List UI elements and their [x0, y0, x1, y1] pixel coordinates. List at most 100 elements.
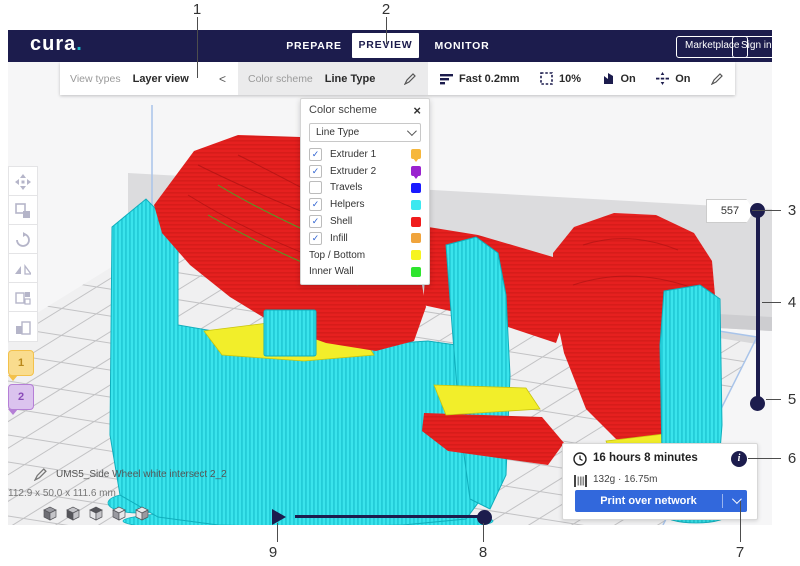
model-name[interactable]: UMS5_Side Wheel white intersect 2_2	[56, 469, 227, 480]
callout-number-1: 1	[189, 1, 205, 18]
callout-number-3: 3	[784, 202, 800, 219]
view-types-label: View types	[70, 73, 121, 85]
callout-number-8: 8	[475, 544, 491, 561]
support-icon	[602, 72, 615, 85]
legend-row-top-bottom: Top / Bottom	[301, 247, 429, 264]
callout-line-8	[483, 523, 484, 542]
path-slider-track[interactable]	[295, 515, 484, 518]
extruder-2-badge-tail	[8, 409, 18, 415]
tool-move-button[interactable]	[8, 166, 38, 197]
path-slider-handle[interactable]	[477, 510, 492, 525]
color-swatch	[411, 200, 421, 210]
edit-pencil-icon[interactable]	[404, 72, 416, 86]
layer-slider-track[interactable]	[756, 210, 760, 403]
rename-pencil-icon[interactable]	[34, 468, 47, 486]
camera-view-presets	[42, 506, 150, 521]
move-icon	[15, 174, 31, 190]
checkbox[interactable]: ✓	[309, 232, 322, 245]
callout-number-7: 7	[732, 544, 748, 561]
adhesion-icon	[656, 72, 669, 85]
print-over-network-button[interactable]: Print over network	[575, 490, 747, 512]
legend-row-extruder1[interactable]: ✓ Extruder 1	[301, 146, 429, 163]
callout-line-6	[748, 458, 781, 459]
legend-row-helpers[interactable]: ✓ Helpers	[301, 196, 429, 213]
line-type-dropdown[interactable]: Line Type	[309, 123, 421, 142]
legend-row-infill[interactable]: ✓ Infill	[301, 230, 429, 247]
legend-row-extruder2[interactable]: ✓ Extruder 2	[301, 163, 429, 180]
color-scheme-label: Color scheme	[248, 73, 313, 85]
material-spool-icon	[574, 475, 587, 487]
callout-line-2	[386, 17, 387, 44]
callout-line-3	[752, 210, 781, 211]
tool-mirror-button[interactable]	[8, 253, 38, 284]
view-front-icon[interactable]	[65, 506, 81, 521]
layer-number-tooltip: 557	[706, 199, 754, 223]
tab-monitor[interactable]: MONITOR	[432, 30, 492, 62]
infill-setting[interactable]: 10%	[540, 72, 581, 85]
info-icon[interactable]: i	[731, 451, 747, 467]
color-scheme-selector[interactable]: Color scheme Line Type	[238, 62, 428, 95]
edit-settings-pencil-icon[interactable]	[711, 72, 723, 84]
cura-preview-screenshot: ker	[0, 0, 800, 566]
infill-icon	[540, 72, 553, 85]
per-model-settings-icon	[15, 290, 31, 306]
view-left-icon[interactable]	[111, 506, 127, 521]
tab-prepare[interactable]: PREPARE	[286, 30, 342, 62]
color-swatch	[411, 166, 421, 176]
view-types-value: Layer view	[133, 73, 189, 85]
checkbox[interactable]: ✓	[309, 148, 322, 161]
tool-support-blocker-button[interactable]	[8, 311, 38, 342]
legend-row-shell[interactable]: ✓ Shell	[301, 213, 429, 230]
checkbox[interactable]: ✓	[309, 165, 322, 178]
callout-number-4: 4	[784, 294, 800, 311]
legend-row-inner-wall: Inner Wall	[301, 264, 429, 281]
extruder-1-badge[interactable]: 1	[8, 350, 34, 376]
callout-line-7	[740, 501, 741, 542]
material-usage-estimate: 132g · 16.75m	[593, 474, 658, 485]
callout-number-5: 5	[784, 391, 800, 408]
color-swatch	[411, 267, 421, 277]
layers-icon	[440, 73, 453, 85]
tool-per-model-settings-button[interactable]	[8, 282, 38, 313]
close-icon[interactable]: ×	[413, 103, 421, 118]
layer-slider-bottom-handle[interactable]	[750, 396, 765, 411]
cura-logo: cura.	[30, 33, 83, 56]
color-swatch	[411, 250, 421, 260]
callout-line-5	[766, 399, 781, 400]
mirror-icon	[15, 261, 31, 277]
extruder-2-badge[interactable]: 2	[8, 384, 34, 410]
adhesion-setting[interactable]: On	[656, 72, 690, 85]
scale-icon	[15, 203, 31, 219]
legend-row-travels[interactable]: Travels	[301, 180, 429, 197]
sign-in-button[interactable]: Sign in	[732, 36, 781, 58]
rotate-icon	[15, 232, 31, 248]
chevron-down-icon[interactable]	[723, 495, 747, 507]
checkbox[interactable]	[309, 181, 322, 194]
collapse-chevron-icon[interactable]: <	[219, 72, 226, 86]
color-scheme-value: Line Type	[325, 73, 376, 85]
chevron-down-icon	[407, 126, 417, 136]
color-swatch	[411, 183, 421, 193]
play-button[interactable]	[272, 509, 286, 525]
view-top-icon[interactable]	[88, 506, 104, 521]
callout-line-1	[197, 17, 198, 78]
support-setting[interactable]: On	[602, 72, 636, 85]
tool-scale-button[interactable]	[8, 195, 38, 226]
profile-setting[interactable]: Fast 0.2mm	[440, 73, 520, 85]
checkbox[interactable]: ✓	[309, 215, 322, 228]
color-scheme-popup: Color scheme × Line Type ✓ Extruder 1 ✓ …	[300, 98, 430, 285]
callout-line-9	[277, 523, 278, 542]
tool-rotate-button[interactable]	[8, 224, 38, 255]
view-right-icon[interactable]	[134, 506, 150, 521]
logo-dot: .	[76, 33, 83, 55]
extruder-1-badge-tail	[8, 375, 18, 381]
support-blocker-icon	[15, 319, 31, 335]
view-types-selector[interactable]: View types Layer view <	[60, 62, 238, 95]
checkbox[interactable]: ✓	[309, 198, 322, 211]
print-settings-summary[interactable]: Fast 0.2mm 10% On On	[428, 62, 735, 95]
view-3d-icon[interactable]	[42, 506, 58, 521]
color-swatch	[411, 149, 421, 159]
print-time-estimate: 16 hours 8 minutes	[593, 452, 698, 464]
color-swatch	[411, 233, 421, 243]
preview-toolbar: View types Layer view < Color scheme Lin…	[60, 62, 735, 95]
